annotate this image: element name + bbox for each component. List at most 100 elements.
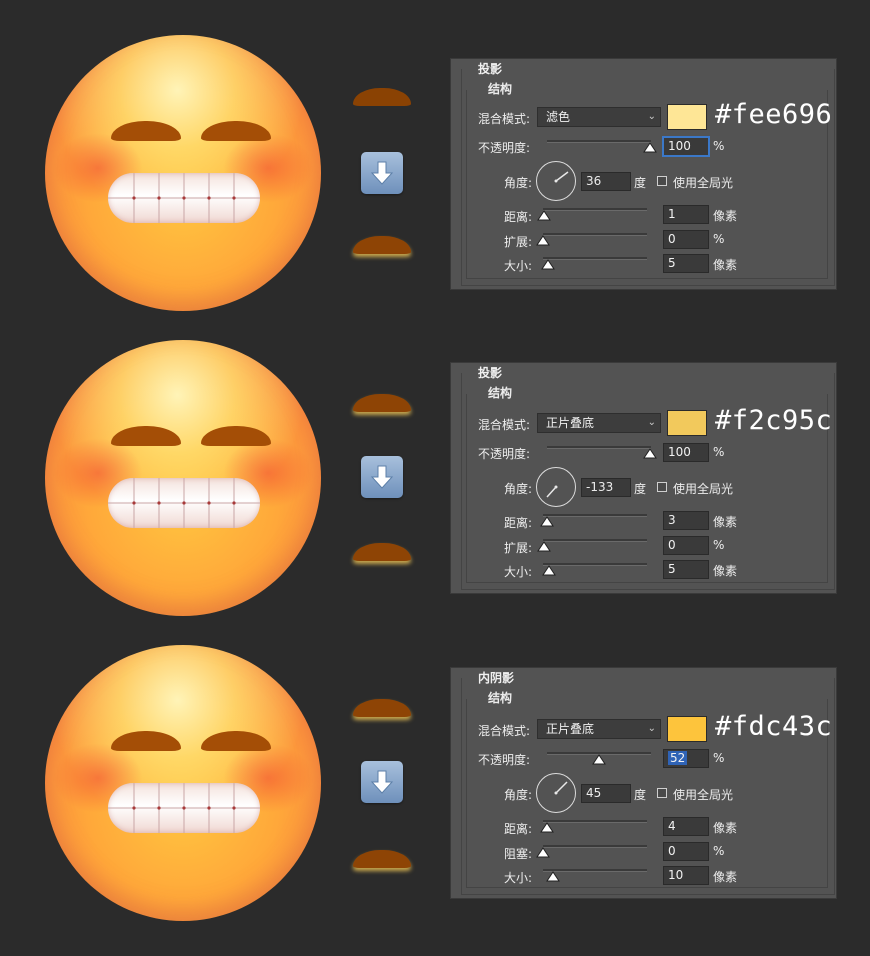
color-swatch[interactable] — [667, 410, 707, 436]
opacity-input[interactable]: 100 — [663, 443, 709, 462]
size-input[interactable]: 10 — [663, 866, 709, 885]
chevron-down-icon: ⌄ — [647, 723, 656, 734]
blend-mode-value: 滤色 — [546, 110, 571, 124]
use-global-light-checkbox[interactable] — [657, 482, 667, 492]
angle-label: 角度: — [504, 176, 533, 190]
use-global-light-label: 使用全局光 — [673, 788, 734, 802]
teeth — [108, 478, 260, 528]
opacity-input[interactable]: 52 — [663, 749, 709, 768]
opacity-label: 不透明度: — [478, 141, 531, 155]
size-value: 10 — [668, 868, 684, 882]
blend-mode-label: 混合模式: — [478, 418, 531, 432]
angle-label: 角度: — [504, 788, 533, 802]
choke-input[interactable]: 0 — [663, 842, 709, 861]
distance-slider[interactable] — [543, 208, 647, 210]
blend-mode-select[interactable]: 滤色 ⌄ — [537, 107, 661, 127]
spread-input[interactable]: 0 — [663, 230, 709, 249]
section-title: 结构 — [488, 691, 513, 705]
blend-mode-select[interactable]: 正片叠底 ⌄ — [537, 719, 661, 739]
angle-label: 角度: — [504, 482, 533, 496]
use-global-light-checkbox[interactable] — [657, 788, 667, 798]
layer-style-panel: 内阴影 结构 混合模式: 正片叠底 ⌄ #fdc43c 不透明度: 52 % 角度… — [451, 668, 836, 898]
right-eyebrow — [201, 731, 271, 751]
step-row-1: 投影 结构 混合模式: 滤色 ⌄ #fee696 不透明度: 100 % 角度: … — [0, 35, 870, 335]
choke-slider[interactable] — [543, 845, 647, 847]
distance-slider[interactable] — [543, 820, 647, 822]
angle-input[interactable]: -133 — [581, 478, 631, 497]
arrow-down-icon — [361, 456, 403, 498]
left-eyebrow — [111, 731, 181, 751]
arrow-down-icon — [361, 761, 403, 803]
angle-dial[interactable] — [536, 467, 576, 507]
angle-input[interactable]: 45 — [581, 784, 631, 803]
angle-dial[interactable] — [536, 773, 576, 813]
spread-slider[interactable] — [543, 233, 647, 235]
distance-input[interactable]: 4 — [663, 817, 709, 836]
spread-value: 0 — [668, 232, 676, 246]
chevron-down-icon: ⌄ — [647, 111, 656, 122]
angle-input[interactable]: 36 — [581, 172, 631, 191]
section-title: 结构 — [488, 386, 513, 400]
angle-dial[interactable] — [536, 161, 576, 201]
size-unit: 像素 — [713, 564, 738, 578]
teeth — [108, 173, 260, 223]
choke-unit: % — [713, 844, 725, 858]
eyebrow-after — [353, 236, 411, 254]
hex-color-label: #fdc43c — [715, 711, 833, 742]
teeth — [108, 783, 260, 833]
color-swatch[interactable] — [667, 716, 707, 742]
opacity-label: 不透明度: — [478, 447, 531, 461]
distance-label: 距离: — [504, 210, 533, 224]
distance-unit: 像素 — [713, 209, 738, 223]
grinning-emoji — [45, 35, 321, 311]
blend-mode-label: 混合模式: — [478, 112, 531, 126]
distance-value: 4 — [668, 819, 676, 833]
blend-mode-label: 混合模式: — [478, 724, 531, 738]
size-slider[interactable] — [543, 257, 647, 259]
distance-input[interactable]: 3 — [663, 511, 709, 530]
size-value: 5 — [668, 562, 676, 576]
size-input[interactable]: 5 — [663, 560, 709, 579]
color-swatch[interactable] — [667, 104, 707, 130]
layer-style-panel: 投影 结构 混合模式: 正片叠底 ⌄ #f2c95c 不透明度: 100 % 角度… — [451, 363, 836, 593]
spread-label: 扩展: — [504, 235, 533, 249]
right-eyebrow — [201, 426, 271, 446]
blend-mode-value: 正片叠底 — [546, 722, 595, 736]
distance-value: 1 — [668, 207, 676, 221]
step-row-2: 投影 结构 混合模式: 正片叠底 ⌄ #f2c95c 不透明度: 100 % 角度… — [0, 340, 870, 640]
angle-value: -133 — [586, 480, 614, 494]
spread-slider[interactable] — [543, 539, 647, 541]
opacity-value: 100 — [668, 139, 691, 153]
choke-value: 0 — [668, 844, 676, 858]
distance-label: 距离: — [504, 516, 533, 530]
spread-input[interactable]: 0 — [663, 536, 709, 555]
use-global-light-checkbox[interactable] — [657, 176, 667, 186]
angle-unit: 度 — [634, 482, 647, 496]
size-slider[interactable] — [543, 563, 647, 565]
distance-input[interactable]: 1 — [663, 205, 709, 224]
distance-unit: 像素 — [713, 515, 738, 529]
spread-label: 扩展: — [504, 541, 533, 555]
size-input[interactable]: 5 — [663, 254, 709, 273]
spread-unit: % — [713, 538, 725, 552]
opacity-input[interactable]: 100 — [663, 137, 709, 156]
distance-slider[interactable] — [543, 514, 647, 516]
grinning-emoji — [45, 645, 321, 921]
left-eyebrow — [111, 426, 181, 446]
opacity-slider[interactable] — [547, 140, 651, 142]
effect-title: 投影 — [478, 62, 503, 76]
size-unit: 像素 — [713, 870, 738, 884]
eyebrow-before — [353, 699, 411, 717]
use-global-light-label: 使用全局光 — [673, 176, 734, 190]
opacity-value: 52 — [668, 751, 688, 765]
size-label: 大小: — [504, 871, 533, 885]
right-eyebrow — [201, 121, 271, 141]
layer-style-panel: 投影 结构 混合模式: 滤色 ⌄ #fee696 不透明度: 100 % 角度: … — [451, 59, 836, 289]
distance-unit: 像素 — [713, 821, 738, 835]
opacity-slider[interactable] — [547, 446, 651, 448]
angle-unit: 度 — [634, 788, 647, 802]
effect-title: 内阴影 — [478, 671, 515, 685]
blend-mode-select[interactable]: 正片叠底 ⌄ — [537, 413, 661, 433]
blend-mode-value: 正片叠底 — [546, 416, 595, 430]
opacity-unit: % — [713, 751, 725, 765]
